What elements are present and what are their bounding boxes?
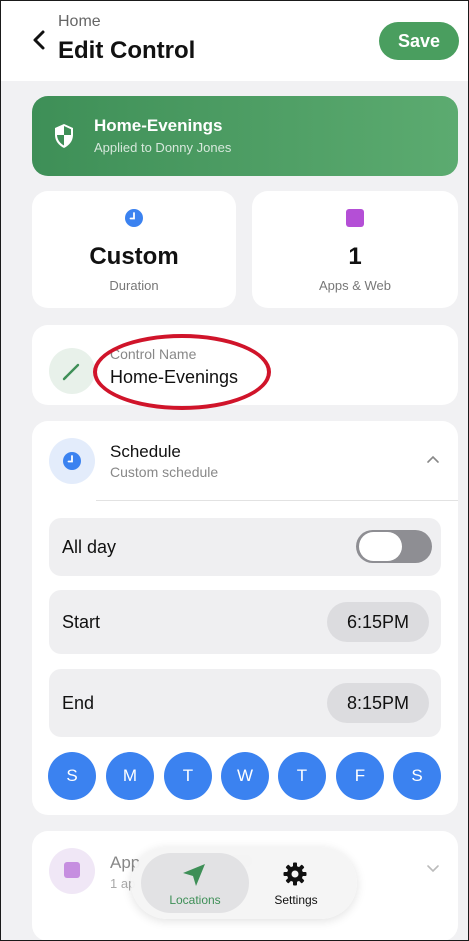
chevron-up-icon[interactable] <box>426 451 440 467</box>
banner-title: Home-Evenings <box>94 116 223 135</box>
control-banner <box>32 96 458 176</box>
schedule-subtitle: Custom schedule <box>110 464 219 480</box>
apps-web-count: 1 <box>348 243 362 270</box>
pencil-icon <box>49 348 95 394</box>
top-bar: Home Edit Control Save <box>1 1 468 81</box>
start-label: Start <box>62 612 101 632</box>
chevron-left-icon[interactable] <box>31 29 49 51</box>
end-label: End <box>62 693 95 713</box>
schedule-title[interactable]: Schedule <box>110 442 181 462</box>
end-time-picker[interactable]: 8:15PM <box>327 683 429 723</box>
tab-locations-label: Locations <box>169 893 221 907</box>
day-toggle-saturday[interactable]: S <box>393 752 441 800</box>
annotation-highlight-circle <box>93 334 271 410</box>
day-toggle-thursday[interactable]: T <box>278 752 326 800</box>
day-toggle-friday[interactable]: F <box>336 752 384 800</box>
app-screen: Home Edit Control Save Home-Evenings App… <box>0 0 469 941</box>
duration-value: Custom <box>89 243 179 270</box>
apps-web-label: Apps & Web <box>318 278 392 293</box>
day-toggle-wednesday[interactable]: W <box>221 752 269 800</box>
page-title: Edit Control <box>58 37 196 64</box>
day-toggle-sunday[interactable]: S <box>48 752 96 800</box>
day-toggle-monday[interactable]: M <box>106 752 154 800</box>
banner-subtitle: Applied to Donny Jones <box>94 140 232 155</box>
schedule-clock-icon <box>49 438 95 484</box>
clock-icon <box>124 208 144 228</box>
app-square-icon <box>345 208 365 228</box>
app-square-icon <box>64 862 80 878</box>
location-arrow-icon <box>181 862 207 888</box>
shield-icon <box>53 123 75 149</box>
start-time-picker[interactable]: 6:15PM <box>327 602 429 642</box>
tab-settings-label[interactable]: Settings <box>255 893 337 907</box>
toggle-knob <box>359 532 402 561</box>
day-toggle-tuesday[interactable]: T <box>164 752 212 800</box>
gear-icon[interactable] <box>282 861 308 887</box>
duration-label: Duration <box>109 278 159 293</box>
divider <box>96 500 458 501</box>
all-day-label: All day <box>62 537 117 557</box>
save-button[interactable]: Save <box>379 22 459 60</box>
chevron-down-icon[interactable] <box>426 861 440 877</box>
breadcrumb[interactable]: Home <box>58 13 101 31</box>
